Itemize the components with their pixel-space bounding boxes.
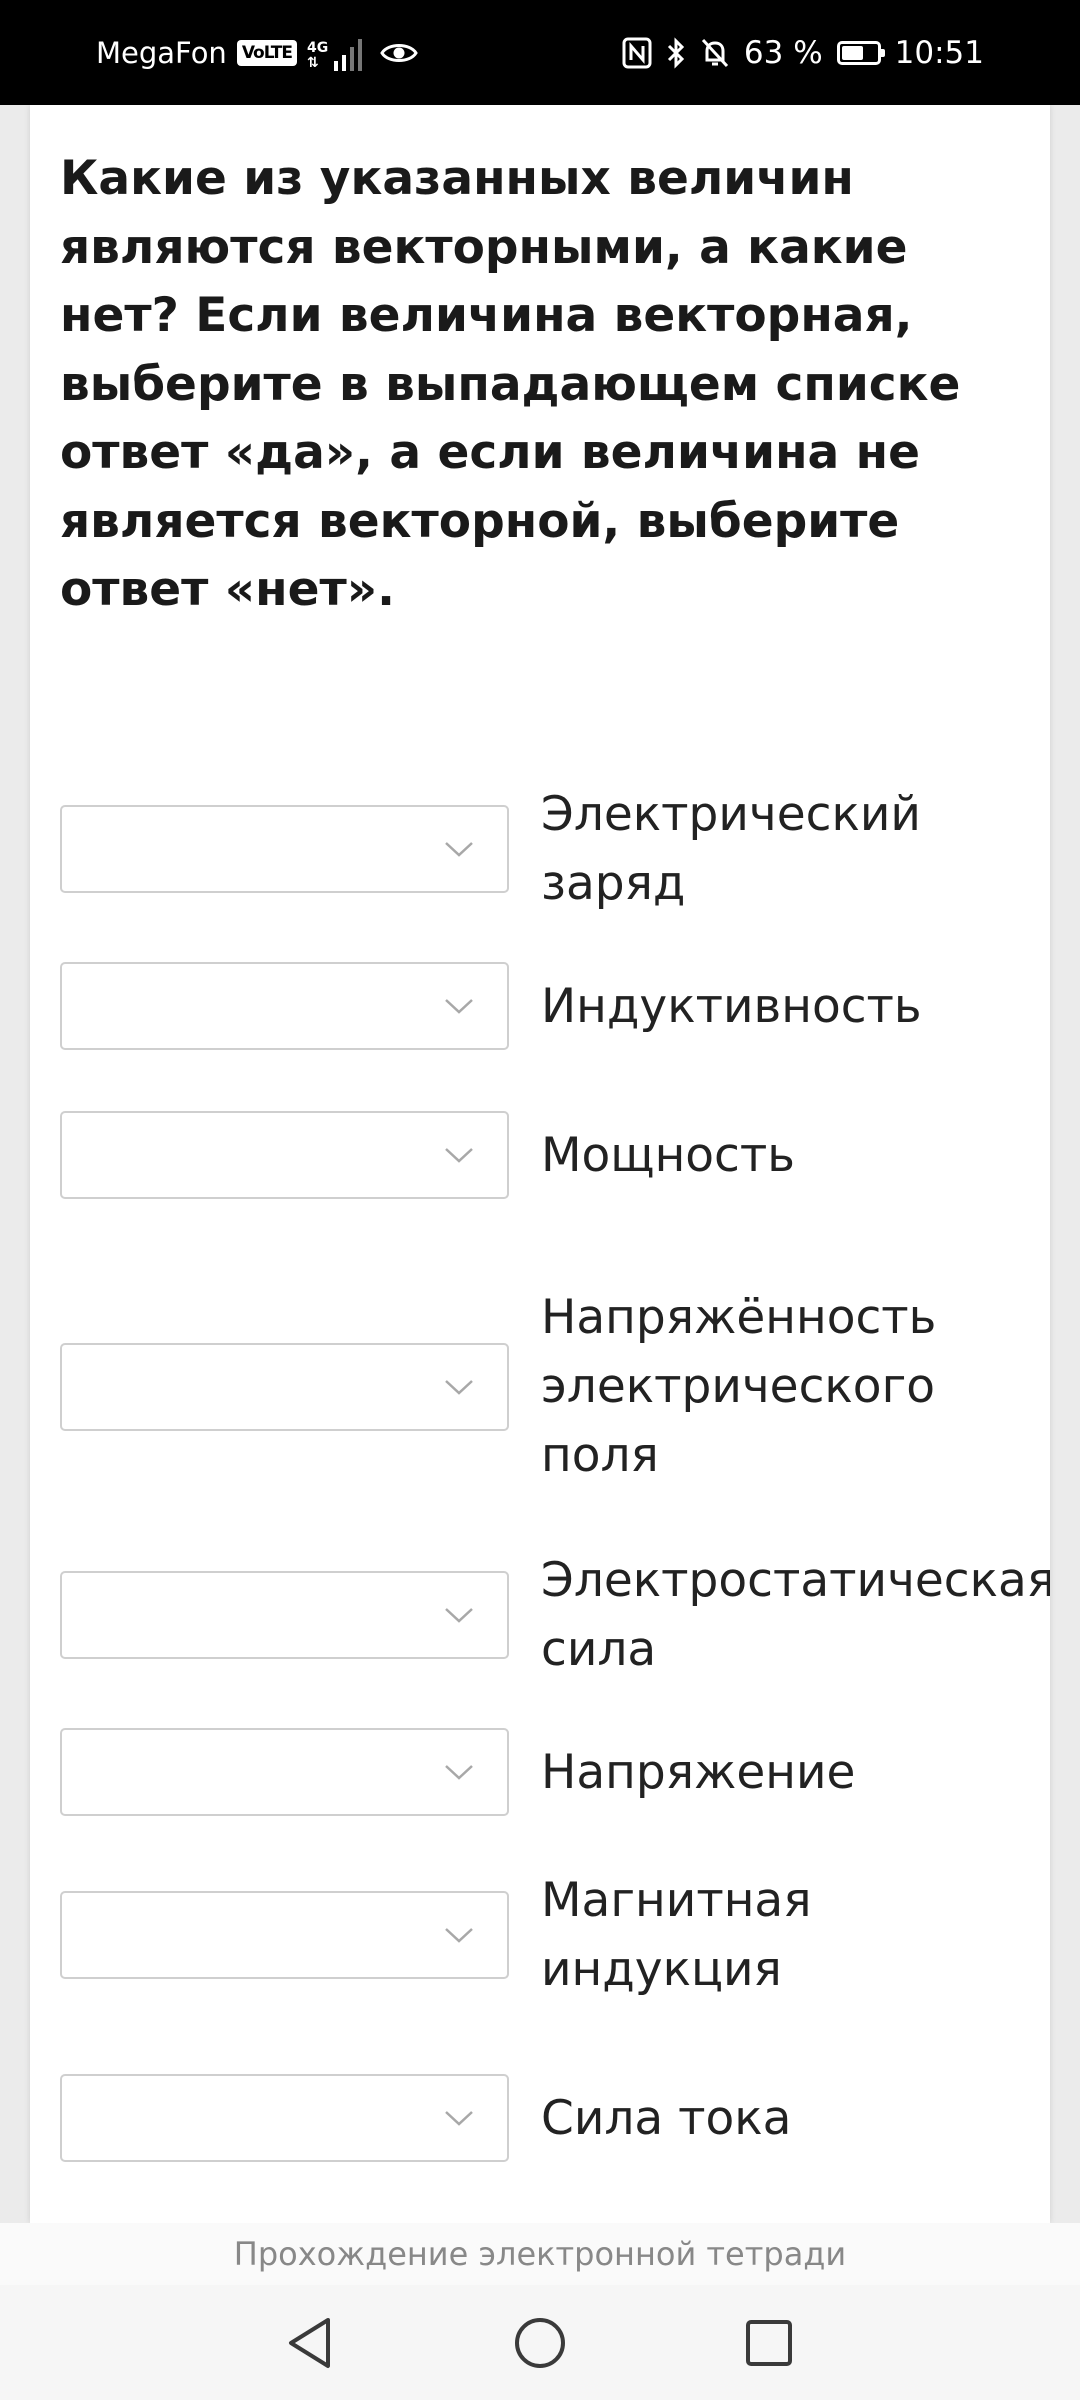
clock: 10:51: [894, 34, 984, 71]
status-bar-right: 63 % 10:51: [622, 0, 984, 105]
notebook-page: Какие из указанных величин являются вект…: [30, 105, 1050, 2223]
recents-square-icon: [746, 2319, 792, 2366]
signal-strength-icon: 4G ⇅: [306, 35, 363, 71]
quantity-label: Мощность: [541, 1127, 795, 1183]
nav-home-button[interactable]: [480, 2285, 600, 2400]
chevron-down-icon: [445, 1765, 473, 1780]
nav-recents-button[interactable]: [709, 2285, 829, 2400]
status-bar-left: MegaFon VoLTE 4G ⇅: [96, 0, 418, 105]
battery-icon: [836, 40, 885, 65]
carrier-name: MegaFon: [96, 35, 227, 70]
chevron-down-icon: [445, 1928, 473, 1943]
chevron-down-icon: [445, 1608, 473, 1623]
answer-select[interactable]: [60, 962, 509, 1050]
answer-row: Напряжённость электрического поля: [60, 1283, 1020, 1490]
chevron-down-icon: [445, 1379, 473, 1395]
question-text: Какие из указанных величин являются вект…: [60, 151, 961, 617]
status-bar: MegaFon VoLTE 4G ⇅ 63 % 10:51: [0, 0, 1080, 105]
quantity-label: Электрический заряд: [541, 787, 921, 911]
quantity-label: Сила тока: [541, 2090, 792, 2146]
nfc-icon: [622, 37, 652, 68]
answer-select[interactable]: [60, 1342, 509, 1431]
nav-back-button[interactable]: [250, 2285, 370, 2400]
eye-icon: [380, 43, 418, 62]
answer-select[interactable]: [60, 1728, 509, 1816]
quantity-label: Индуктивность: [541, 978, 922, 1034]
quantity-label: Напряжение: [541, 1744, 856, 1800]
chevron-down-icon: [445, 842, 473, 857]
bluetooth-icon: [667, 36, 685, 69]
battery-percent: 63 %: [743, 34, 823, 71]
chevron-down-icon: [445, 999, 473, 1014]
answer-row: Напряжение: [60, 1728, 1020, 1816]
answer-row: Электрический заряд: [60, 780, 1020, 918]
answer-row: Магнитная индукция: [60, 1866, 1020, 2004]
quantity-label: Электростатическая сила: [541, 1553, 1050, 1677]
answer-select[interactable]: [60, 2074, 509, 2162]
answer-select[interactable]: [60, 1111, 509, 1199]
answer-select[interactable]: [60, 805, 509, 893]
answer-row: Сила тока: [60, 2074, 1020, 2162]
quantity-label: Напряжённость электрического поля: [541, 1290, 937, 1483]
answer-row: Индуктивность: [60, 962, 1020, 1050]
answer-select[interactable]: [60, 1571, 509, 1659]
answer-select[interactable]: [60, 1891, 509, 1979]
back-triangle-icon: [289, 2317, 330, 2368]
answer-row: Электростатическая сила: [60, 1546, 1050, 1684]
home-circle-icon: [515, 2317, 565, 2368]
navigation-bar: [0, 2285, 1080, 2400]
volte-badge: VoLTE: [236, 39, 297, 66]
network-type: 4G: [306, 39, 329, 56]
quantity-label: Магнитная индукция: [541, 1873, 812, 1997]
page-footer-title: Прохождение электронной тетради: [0, 2223, 1080, 2285]
mute-bell-icon: [701, 38, 728, 67]
answer-row: Мощность: [60, 1111, 1020, 1199]
chevron-down-icon: [445, 2111, 473, 2126]
chevron-down-icon: [445, 1148, 473, 1163]
